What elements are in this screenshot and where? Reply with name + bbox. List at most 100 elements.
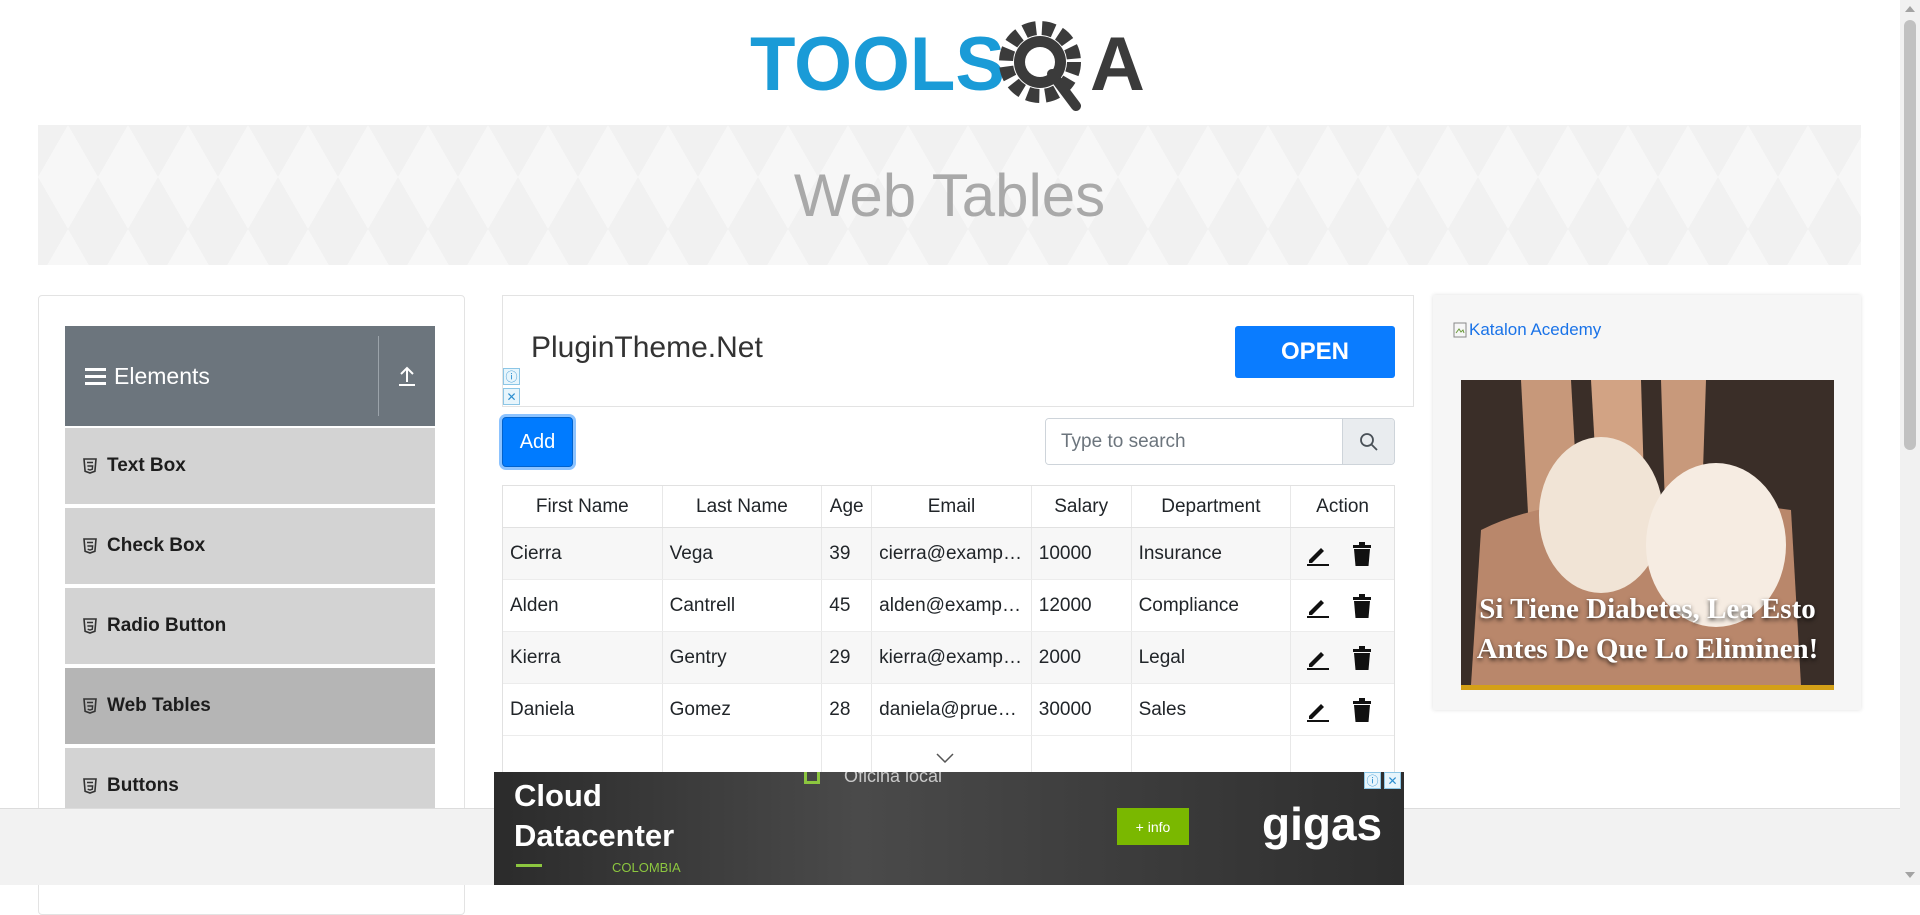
elements-group-header[interactable]: Elements <box>65 326 435 426</box>
ad-caption: Si Tiene Diabetes, Lea Esto Antes De Que… <box>1476 593 1819 665</box>
cell-email: alden@example.com <box>872 580 1032 631</box>
top-advertisement[interactable]: PluginTheme.Net OPEN ⓘ ✕ <box>502 295 1414 407</box>
column-header-first-name[interactable]: First Name <box>503 486 663 527</box>
sidebar-item-web-tables[interactable]: Web Tables <box>65 666 435 744</box>
search-input[interactable] <box>1046 419 1342 464</box>
toolsqa-logo[interactable]: TOOLS A <box>750 18 1150 114</box>
column-header-email[interactable]: Email <box>872 486 1032 527</box>
cell-salary: 30000 <box>1032 684 1132 735</box>
search-icon <box>1359 432 1378 451</box>
html5-icon <box>83 458 97 474</box>
web-table: First Name Last Name Age Email Salary De… <box>502 485 1395 785</box>
cell-first-name: Alden <box>503 580 663 631</box>
cell-last-name: Vega <box>663 528 823 579</box>
sidebar-item-label: Text Box <box>107 455 186 476</box>
cell-salary: 10000 <box>1032 528 1132 579</box>
edit-pencil-icon[interactable] <box>1305 594 1330 618</box>
cell-action <box>1291 684 1394 735</box>
scroll-down-arrow-icon[interactable] <box>1905 872 1915 878</box>
scroll-thumb[interactable] <box>1904 20 1916 450</box>
delete-trash-icon[interactable] <box>1351 593 1373 618</box>
bottom-advertisement[interactable]: Oficina local Cloud Datacenter COLOMBIA … <box>494 772 1404 885</box>
column-header-age[interactable]: Age <box>822 486 873 527</box>
cell-last-name: Gentry <box>663 632 823 683</box>
ad-close-icon[interactable]: ✕ <box>503 388 520 405</box>
cell-age: 29 <box>822 632 873 683</box>
cell-last-name: Gomez <box>663 684 823 735</box>
collapse-up-icon[interactable] <box>395 364 419 388</box>
cell-email-text: daniela@pruebas.com <box>879 698 1024 720</box>
sidebar-item-label: Check Box <box>107 535 206 556</box>
cell-department: Legal <box>1132 632 1292 683</box>
cell-department: Compliance <box>1132 580 1292 631</box>
cell-email: kierra@example.com <box>872 632 1032 683</box>
ad-headline-1: Cloud <box>514 778 602 813</box>
cell-first-name: Kierra <box>503 632 663 683</box>
ad-photo[interactable]: Si Tiene Diabetes, Lea Esto Antes De Que… <box>1461 380 1834 685</box>
chevron-down-icon[interactable] <box>935 752 955 764</box>
cell-salary: 12000 <box>1032 580 1132 631</box>
column-header-last-name[interactable]: Last Name <box>663 486 823 527</box>
ad-gold-strip <box>1461 685 1834 690</box>
page-banner: Web Tables <box>38 125 1861 265</box>
cell-email-text: cierra@example.com <box>879 542 1024 564</box>
sidebar-item-radio-button[interactable]: Radio Button <box>65 586 435 664</box>
cell-department: Insurance <box>1132 528 1292 579</box>
delete-trash-icon[interactable] <box>1351 645 1373 670</box>
sidebar-item-label: Web Tables <box>107 695 211 716</box>
edit-pencil-icon[interactable] <box>1305 698 1330 722</box>
cell-action <box>1291 632 1394 683</box>
cell-email-text: kierra@example.com <box>879 646 1024 668</box>
delete-trash-icon[interactable] <box>1351 541 1373 566</box>
ad-partial-text: Oficina local <box>844 772 943 786</box>
scroll-up-arrow-icon[interactable] <box>1905 6 1915 12</box>
ad-headline-2: Datacenter <box>514 818 675 853</box>
page-title: Web Tables <box>793 161 1106 229</box>
hamburger-icon <box>85 367 106 385</box>
sidebar-item-label: Buttons <box>107 775 179 796</box>
delete-trash-icon[interactable] <box>1351 697 1373 722</box>
cell-email-text: alden@example.com <box>879 594 1024 616</box>
table-row: Alden Cantrell 45 alden@example.com 1200… <box>503 580 1394 632</box>
location-icon <box>804 772 820 784</box>
ad-info-icon[interactable]: ⓘ <box>1364 772 1381 789</box>
cell-department: Sales <box>1132 684 1292 735</box>
cell-age: 39 <box>822 528 873 579</box>
ad-title: PluginTheme.Net <box>531 331 763 364</box>
html5-icon <box>83 538 97 554</box>
ad-close-icon[interactable]: ✕ <box>1384 772 1401 789</box>
ad-country: COLOMBIA <box>612 860 681 875</box>
search-box <box>1045 418 1395 465</box>
edit-pencil-icon[interactable] <box>1305 542 1330 566</box>
cell-email: daniela@pruebas.com <box>872 684 1032 735</box>
gear-icon <box>999 21 1081 111</box>
ad-info-button[interactable]: + info <box>1117 808 1189 845</box>
search-button[interactable] <box>1342 419 1394 464</box>
table-header: First Name Last Name Age Email Salary De… <box>503 486 1394 528</box>
logo-text-tools: TOOLS <box>750 22 1005 107</box>
ad-green-dash <box>516 864 542 867</box>
add-button[interactable]: Add <box>502 417 573 467</box>
right-advertisement[interactable]: Katalon Acedemy Si Tiene Diabetes, Lea E… <box>1433 295 1861 710</box>
katalon-alt-text: Katalon Acedemy <box>1469 320 1602 339</box>
column-header-action[interactable]: Action <box>1291 486 1394 527</box>
ad-info-icon[interactable]: ⓘ <box>503 368 520 385</box>
sidebar-item-label: Radio Button <box>107 615 227 636</box>
katalon-image-link[interactable]: Katalon Acedemy <box>1453 320 1601 340</box>
column-header-department[interactable]: Department <box>1132 486 1292 527</box>
cell-age: 45 <box>822 580 873 631</box>
ad-brand: gigas <box>1262 798 1383 850</box>
ad-open-button[interactable]: OPEN <box>1235 326 1395 378</box>
sidebar-item-text-box[interactable]: Text Box <box>65 426 435 504</box>
table-row: Cierra Vega 39 cierra@example.com 10000 … <box>503 528 1394 580</box>
cell-age: 28 <box>822 684 873 735</box>
cell-last-name: Cantrell <box>663 580 823 631</box>
sidebar-item-check-box[interactable]: Check Box <box>65 506 435 584</box>
cell-action <box>1291 528 1394 579</box>
cell-email: cierra@example.com <box>872 528 1032 579</box>
cell-first-name: Cierra <box>503 528 663 579</box>
column-header-salary[interactable]: Salary <box>1032 486 1132 527</box>
page-scrollbar[interactable] <box>1900 0 1920 885</box>
cell-first-name: Daniela <box>503 684 663 735</box>
edit-pencil-icon[interactable] <box>1305 646 1330 670</box>
